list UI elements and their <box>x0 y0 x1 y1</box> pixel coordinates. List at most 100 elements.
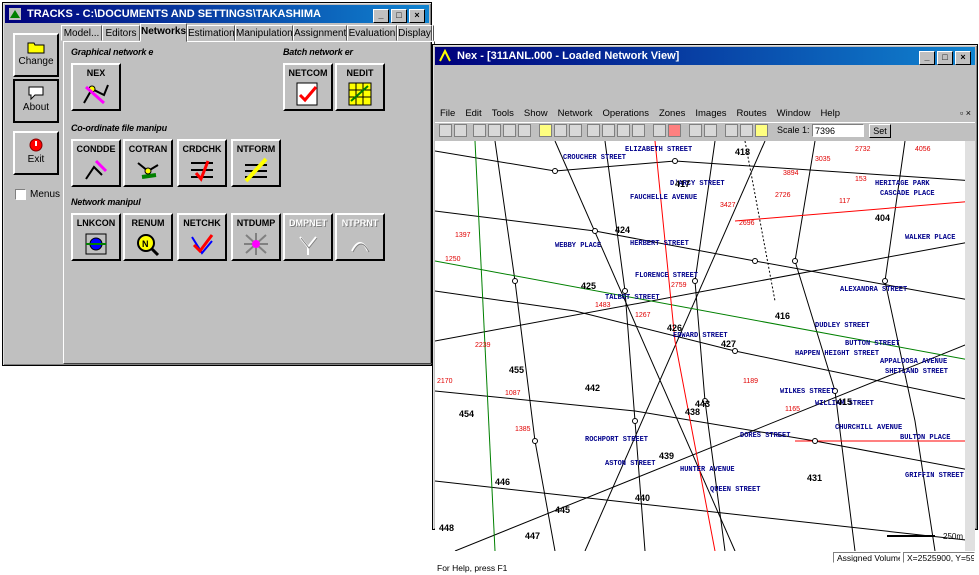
tab-estimation[interactable]: Estimation <box>187 25 235 41</box>
menu-help[interactable]: Help <box>815 107 845 121</box>
zoom-out-icon[interactable] <box>740 124 753 137</box>
set-scale-button[interactable]: Set <box>869 124 891 138</box>
menu-network[interactable]: Network <box>553 107 598 121</box>
exit-button[interactable]: Exit <box>13 131 59 175</box>
volume-label: 3035 <box>815 156 831 163</box>
renum-label: RENUM <box>131 218 165 228</box>
node-label: 446 <box>495 477 510 487</box>
node-label: 445 <box>555 505 570 515</box>
node-label: 440 <box>635 493 650 503</box>
ntform-label: NTFORM <box>236 144 276 154</box>
menus-checkbox[interactable]: Menus <box>15 189 60 200</box>
lnkcon-tool-button[interactable]: LNKCON <box>71 213 121 261</box>
zoom-fit-icon[interactable] <box>755 124 768 137</box>
tab-model[interactable]: Model... <box>61 25 102 41</box>
scale-bar-label: 250m <box>943 532 963 541</box>
tab-manipulation[interactable]: Manipulation <box>235 25 293 41</box>
zoom-in-icon[interactable] <box>725 124 738 137</box>
nex-close-button[interactable]: × <box>955 51 971 65</box>
ntdump-label: NTDUMP <box>236 218 276 228</box>
open-icon[interactable] <box>439 124 452 137</box>
undo-icon[interactable] <box>689 124 702 137</box>
volume-label: 3894 <box>783 170 799 177</box>
tab-display[interactable]: Display <box>397 25 432 41</box>
menu-window[interactable]: Window <box>772 107 816 121</box>
minimize-button[interactable]: _ <box>373 9 389 23</box>
tab-networks[interactable]: Networks <box>140 23 187 42</box>
redo-icon[interactable] <box>704 124 717 137</box>
node-label: 416 <box>775 311 790 321</box>
street-label: DUDLEY STREET <box>815 322 870 330</box>
menu-show[interactable]: Show <box>519 107 553 121</box>
vertical-scrollbar[interactable] <box>965 141 975 551</box>
link-icon[interactable] <box>587 124 600 137</box>
nex-title-bar[interactable]: Nex - [311ANL.000 - Loaded Network View]… <box>435 47 975 65</box>
nex-maximize-button[interactable]: □ <box>937 51 953 65</box>
nex-app-icon <box>439 49 451 62</box>
netchk-tool-button[interactable]: NETCHK <box>177 213 227 261</box>
nex-minimize-button[interactable]: _ <box>919 51 935 65</box>
volume-label: 2696 <box>739 220 755 227</box>
ntdump-tool-button[interactable]: NTDUMP <box>231 213 281 261</box>
menu-tools[interactable]: Tools <box>487 107 519 121</box>
check-icon[interactable] <box>668 124 681 137</box>
dmpnet-tool-button[interactable]: DMPNET <box>283 213 333 261</box>
nex-tool-button[interactable]: NEX <box>71 63 121 111</box>
move-icon[interactable] <box>632 124 645 137</box>
about-button[interactable]: About <box>13 79 59 123</box>
street-label: ASTON STREET <box>605 460 655 468</box>
ntprnt-tool-button[interactable]: NTPRNT <box>335 213 385 261</box>
renum-tool-button[interactable]: RENUM N <box>123 213 173 261</box>
network-manipul-group-label: Network manipul <box>71 197 141 207</box>
crdchk-tool-button[interactable]: CRDCHK <box>177 139 227 187</box>
menus-checkbox-box[interactable] <box>15 189 26 200</box>
network-map-view[interactable]: ELIZABETH STREET CROUCHER STREET D'ARCY … <box>435 141 975 551</box>
coordinate-group-label: Co-ordinate file manipu <box>71 123 167 133</box>
status-coordinates: X=2525900, Y=5985370 <box>903 552 975 563</box>
split-icon[interactable] <box>602 124 615 137</box>
menu-edit[interactable]: Edit <box>460 107 486 121</box>
crdchk-icon <box>191 160 213 182</box>
change-button[interactable]: Change <box>13 33 59 77</box>
menu-zones[interactable]: Zones <box>654 107 690 121</box>
context-help-icon[interactable] <box>518 124 531 137</box>
renum-icon: N <box>137 234 160 257</box>
copy-icon[interactable] <box>488 124 501 137</box>
mdi-close-icon[interactable]: × <box>966 108 971 118</box>
street-label: CASCADE PLACE <box>880 190 935 198</box>
delete-icon[interactable] <box>617 124 630 137</box>
save-icon[interactable] <box>454 124 467 137</box>
print-icon[interactable] <box>473 124 486 137</box>
menu-routes[interactable]: Routes <box>732 107 772 121</box>
netcom-tool-button[interactable]: NETCOM <box>283 63 333 111</box>
menu-file[interactable]: File <box>435 107 460 121</box>
draw-icon[interactable] <box>539 124 552 137</box>
condde-tool-button[interactable]: CONDDE <box>71 139 121 187</box>
street-label: FLORENCE STREET <box>635 272 698 280</box>
tracks-title-text: TRACKS - C:\DOCUMENTS AND SETTINGS\TAKAS… <box>27 8 321 20</box>
menu-operations[interactable]: Operations <box>597 107 653 121</box>
close-button[interactable]: × <box>409 9 425 23</box>
pointer-icon[interactable] <box>653 124 666 137</box>
nedit-tool-button[interactable]: NEDIT <box>335 63 385 111</box>
help-icon[interactable] <box>503 124 516 137</box>
menu-images[interactable]: Images <box>690 107 731 121</box>
tab-utilities[interactable]: Utilities <box>432 25 434 41</box>
volume-label: 1483 <box>595 302 611 309</box>
exit-label: Exit <box>27 154 45 165</box>
cotran-tool-button[interactable]: COTRAN <box>123 139 173 187</box>
network-map-canvas[interactable]: ELIZABETH STREET CROUCHER STREET D'ARCY … <box>435 141 975 551</box>
lnkcon-icon <box>85 233 107 255</box>
node-icon[interactable] <box>569 124 582 137</box>
mdi-restore-icon[interactable]: ▫ <box>960 108 963 118</box>
select-icon[interactable] <box>554 124 567 137</box>
tab-assignment[interactable]: Assignment <box>293 25 347 41</box>
ntform-tool-button[interactable]: NTFORM <box>231 139 281 187</box>
maximize-button[interactable]: □ <box>391 9 407 23</box>
tracks-title-bar[interactable]: TRACKS - C:\DOCUMENTS AND SETTINGS\TAKAS… <box>5 5 429 23</box>
about-label: About <box>22 102 50 113</box>
street-label: CHURCHILL AVENUE <box>835 424 902 432</box>
scale-input[interactable]: 7396 <box>812 124 864 137</box>
tab-evaluation[interactable]: Evaluation <box>347 25 397 41</box>
tab-editors[interactable]: Editors <box>102 25 140 41</box>
